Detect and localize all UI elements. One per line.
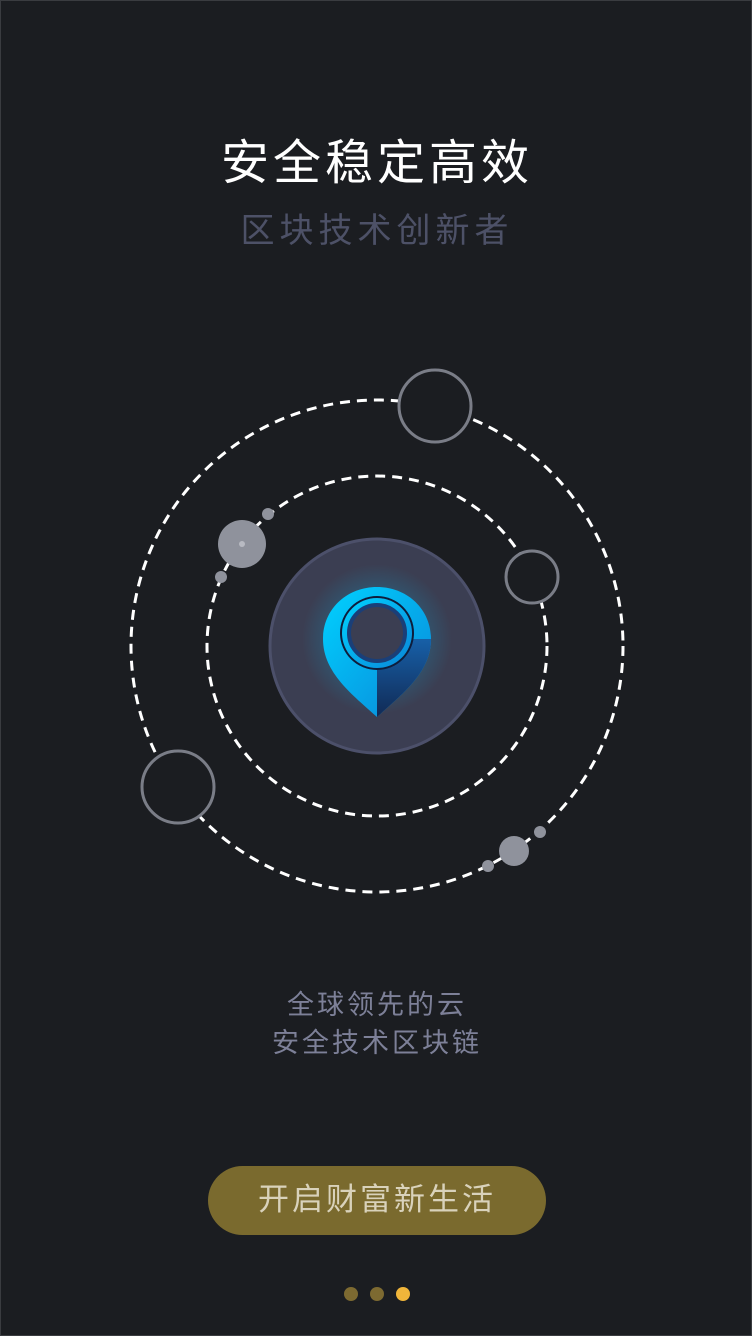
- page-indicator: [1, 1287, 752, 1301]
- page-dot-2[interactable]: [370, 1287, 384, 1301]
- orbit-node-left: [140, 749, 216, 825]
- page-dot-1[interactable]: [344, 1287, 358, 1301]
- orbit-dot: [215, 571, 227, 583]
- start-wealth-button[interactable]: 开启财富新生活: [208, 1166, 546, 1235]
- page-subtitle: 区块技术创新者: [240, 211, 514, 251]
- orbit-illustration: [129, 368, 625, 894]
- orbit-dot: [534, 826, 546, 838]
- screen: 安全稳定高效 区块技术创新者 全球领先的云 安全技术区块链 开启财富新生活: [0, 0, 752, 1336]
- orbit-planet-upper-left-core: [239, 541, 245, 547]
- orbit-planet-lower-right: [499, 836, 529, 866]
- tagline: 全球领先的云 安全技术区块链: [1, 987, 752, 1063]
- tagline-line-2: 安全技术区块链: [272, 1028, 482, 1059]
- orbit-node-right: [504, 549, 560, 605]
- orbit-node-top: [397, 368, 473, 444]
- orbit-dot: [482, 860, 494, 872]
- page-title: 安全稳定高效: [220, 135, 533, 191]
- page-dot-3-active[interactable]: [396, 1287, 410, 1301]
- orbit-dot: [262, 508, 274, 520]
- tagline-line-1: 全球领先的云: [287, 990, 467, 1021]
